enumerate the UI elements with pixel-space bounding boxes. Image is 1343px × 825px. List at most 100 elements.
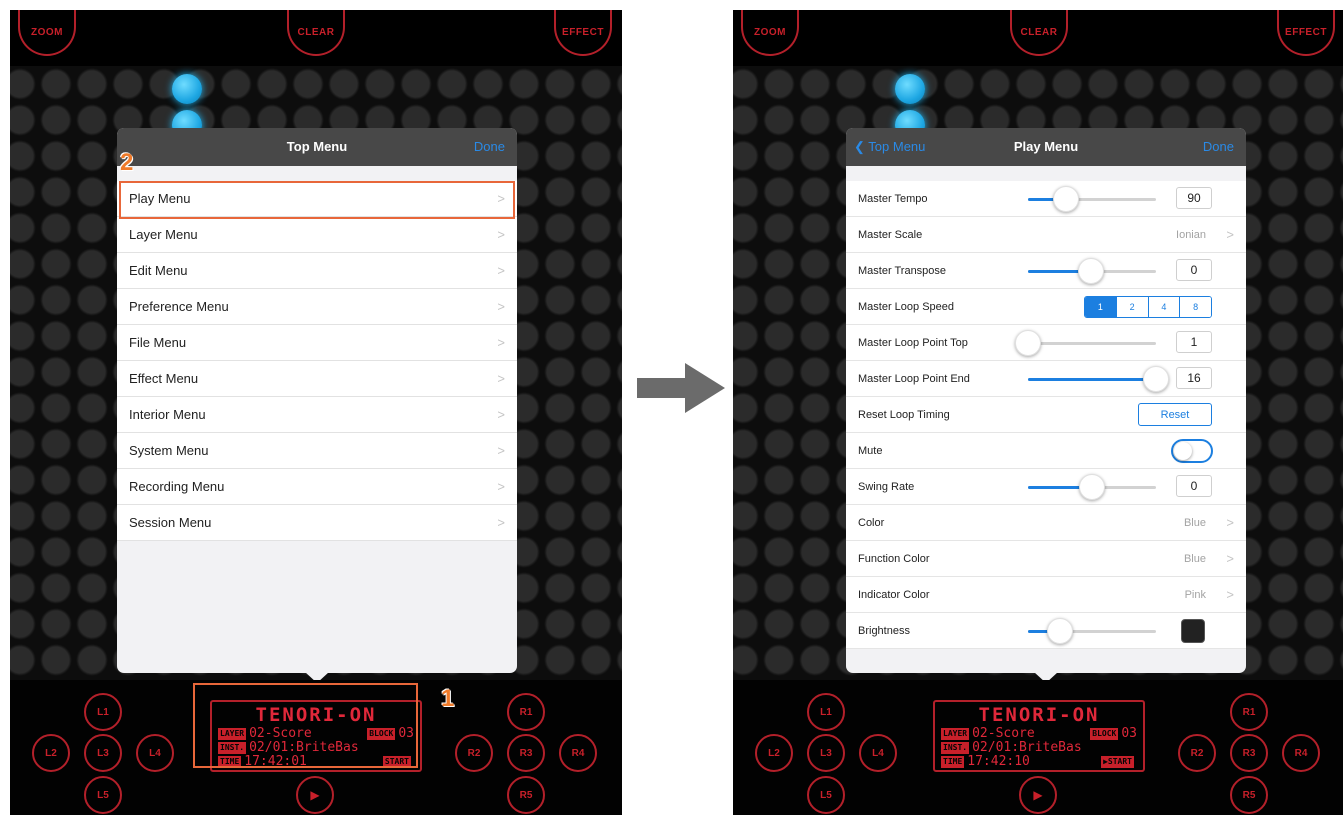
- chevron-right-icon: >: [497, 407, 505, 422]
- loop-speed-option-4[interactable]: 4: [1147, 297, 1180, 317]
- row-function-color[interactable]: Function Color Blue >: [846, 541, 1246, 577]
- done-button[interactable]: Done: [1203, 139, 1234, 154]
- loop-speed-option-2[interactable]: 2: [1115, 297, 1148, 317]
- lit-note-cell[interactable]: [895, 74, 925, 104]
- loop-speed-option-1[interactable]: 1: [1085, 297, 1116, 317]
- mute-toggle[interactable]: [1171, 439, 1213, 463]
- r3-button[interactable]: R3: [507, 734, 545, 772]
- slider-thumb[interactable]: [1015, 330, 1041, 356]
- menu-item-recording[interactable]: Recording Menu >: [117, 469, 517, 505]
- r3-button[interactable]: R3: [1230, 734, 1268, 772]
- play-menu-highlight: [119, 181, 515, 219]
- l1-button[interactable]: L1: [807, 693, 845, 731]
- menu-item-session[interactable]: Session Menu >: [117, 505, 517, 541]
- l3-button[interactable]: L3: [84, 734, 122, 772]
- arrow-right-icon: [637, 363, 725, 413]
- loop-speed-option-8[interactable]: 8: [1179, 297, 1211, 317]
- row-label: Master Loop Point Top: [858, 336, 968, 349]
- lcd-time-tag: TIME: [941, 755, 965, 768]
- slider-thumb[interactable]: [1143, 366, 1169, 392]
- loop-point-top-slider[interactable]: [1015, 330, 1156, 356]
- brightness-slider[interactable]: [1028, 618, 1156, 644]
- row-color[interactable]: Color Blue >: [846, 505, 1246, 541]
- r5-button[interactable]: R5: [507, 776, 545, 814]
- lcd-display[interactable]: TENORI-ON LAYER 02-Score BLOCK 03 INST. …: [933, 700, 1145, 772]
- reset-button[interactable]: Reset: [1138, 403, 1212, 426]
- r1-button[interactable]: R1: [507, 693, 545, 731]
- row-master-loop-point-top: Master Loop Point Top 1: [846, 325, 1246, 361]
- menu-item-label: Edit Menu: [129, 263, 188, 278]
- l5-button[interactable]: L5: [84, 776, 122, 814]
- row-master-scale[interactable]: Master Scale Ionian >: [846, 217, 1246, 253]
- menu-item-label: System Menu: [129, 443, 209, 458]
- brightness-swatch: [1181, 619, 1205, 643]
- row-indicator-color[interactable]: Indicator Color Pink >: [846, 577, 1246, 613]
- l4-button[interactable]: L4: [136, 734, 174, 772]
- master-transpose-slider[interactable]: [1028, 258, 1156, 284]
- done-button[interactable]: Done: [474, 139, 505, 154]
- chevron-right-icon: >: [1226, 227, 1234, 242]
- clear-button[interactable]: CLEAR: [287, 10, 345, 56]
- menu-item-label: File Menu: [129, 335, 187, 350]
- row-label: Color: [858, 516, 885, 529]
- row-label: Master Transpose: [858, 264, 947, 277]
- indicator-color-value: Pink: [1184, 588, 1206, 601]
- menu-item-interior[interactable]: Interior Menu >: [117, 397, 517, 433]
- row-master-tempo: Master Tempo 90: [846, 181, 1246, 217]
- top-bar: ZOOM CLEAR EFFECT: [10, 10, 622, 66]
- r2-button[interactable]: R2: [455, 734, 493, 772]
- row-label: Mute: [858, 444, 883, 457]
- menu-item-edit[interactable]: Edit Menu >: [117, 253, 517, 289]
- loop-point-end-value[interactable]: 16: [1176, 367, 1212, 389]
- slider-thumb[interactable]: [1053, 186, 1080, 212]
- menu-item-label: Session Menu: [129, 515, 212, 530]
- master-tempo-slider[interactable]: [1028, 186, 1156, 212]
- lit-note-cell[interactable]: [172, 74, 202, 104]
- play-menu-popover: ❮ Top Menu Play Menu Done Master Tempo 9…: [846, 128, 1246, 673]
- loop-point-end-slider[interactable]: [1028, 366, 1169, 392]
- menu-item-file[interactable]: File Menu >: [117, 325, 517, 361]
- zoom-button[interactable]: ZOOM: [18, 10, 76, 56]
- r5-button[interactable]: R5: [1230, 776, 1268, 814]
- l3-button[interactable]: L3: [807, 734, 845, 772]
- loop-point-top-value[interactable]: 1: [1176, 331, 1212, 353]
- l4-button[interactable]: L4: [859, 734, 897, 772]
- chevron-right-icon: >: [497, 299, 505, 314]
- r1-button[interactable]: R1: [1230, 693, 1268, 731]
- play-button[interactable]: ▶: [296, 776, 334, 814]
- slider-thumb[interactable]: [1077, 258, 1104, 284]
- master-transpose-value[interactable]: 0: [1176, 259, 1212, 281]
- swing-rate-slider[interactable]: [1028, 474, 1156, 500]
- master-scale-value: Ionian: [1176, 228, 1206, 241]
- play-button[interactable]: ▶: [1019, 776, 1057, 814]
- lcd-layer-tag: LAYER: [941, 727, 970, 740]
- l1-button[interactable]: L1: [84, 693, 122, 731]
- r2-button[interactable]: R2: [1178, 734, 1216, 772]
- lcd-layer-value: 02-Score: [972, 726, 1035, 741]
- top-menu-list: Play Menu > Layer Menu > Edit Menu > Prefer…: [117, 181, 517, 541]
- lcd-layer-row: LAYER 02-Score BLOCK 03: [941, 726, 1137, 741]
- menu-item-system[interactable]: System Menu >: [117, 433, 517, 469]
- effect-button[interactable]: EFFECT: [1277, 10, 1335, 56]
- menu-item-effect[interactable]: Effect Menu >: [117, 361, 517, 397]
- effect-button[interactable]: EFFECT: [554, 10, 612, 56]
- row-label: Brightness: [858, 624, 910, 637]
- nav-title: Play Menu: [1013, 139, 1079, 154]
- l2-button[interactable]: L2: [755, 734, 793, 772]
- slider-thumb[interactable]: [1047, 618, 1073, 644]
- l5-button[interactable]: L5: [807, 776, 845, 814]
- r4-button[interactable]: R4: [559, 734, 597, 772]
- menu-item-layer[interactable]: Layer Menu >: [117, 217, 517, 253]
- chevron-right-icon: >: [497, 479, 505, 494]
- l2-button[interactable]: L2: [32, 734, 70, 772]
- clear-button[interactable]: CLEAR: [1010, 10, 1068, 56]
- slider-thumb[interactable]: [1079, 474, 1105, 500]
- lcd-title: TENORI-ON: [978, 704, 1100, 726]
- swing-rate-value[interactable]: 0: [1176, 475, 1212, 497]
- master-tempo-value[interactable]: 90: [1176, 187, 1212, 209]
- row-label: Swing Rate: [858, 480, 915, 493]
- zoom-button[interactable]: ZOOM: [741, 10, 799, 56]
- chevron-right-icon: >: [497, 227, 505, 242]
- menu-item-preference[interactable]: Preference Menu >: [117, 289, 517, 325]
- r4-button[interactable]: R4: [1282, 734, 1320, 772]
